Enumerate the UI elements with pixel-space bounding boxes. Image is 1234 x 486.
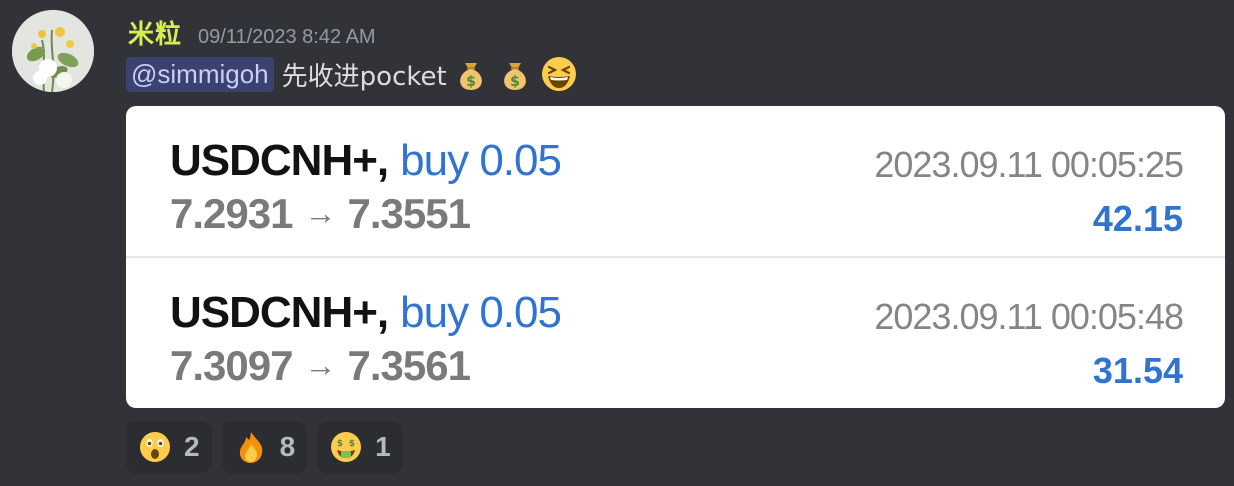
money-bag-icon: $ <box>451 54 491 94</box>
trade-row: USDCNH+, buy 0.05 7.3097 → 7.3561 2023.09.1… <box>126 258 1225 408</box>
trade-symbol-line: USDCNH+, buy 0.05 <box>170 136 562 186</box>
reaction-money-mouth[interactable]: $ $ 1 <box>317 421 403 473</box>
reaction-astonished[interactable]: 2 <box>126 421 212 473</box>
astonished-face-icon <box>140 432 170 462</box>
reaction-fire[interactable]: 8 <box>221 421 308 473</box>
message-timestamp: 09/11/2023 8:42 AM <box>198 26 376 48</box>
trade-symbol: USDCNH+, <box>170 288 389 337</box>
user-mention[interactable]: @simmigoh <box>126 56 274 92</box>
money-bag-icon: $ <box>495 54 535 94</box>
open-price: 7.2931 <box>170 190 293 237</box>
svg-text:$: $ <box>337 439 343 449</box>
trade-profit: 31.54 <box>1092 350 1183 391</box>
username[interactable]: 米粒 <box>128 14 182 51</box>
close-price: 7.3551 <box>347 190 470 237</box>
arrow-right-icon: → <box>304 195 336 231</box>
message-content: @simmigoh 先收进pocket $ $ <box>126 54 579 94</box>
trade-symbol-line: USDCNH+, buy 0.05 <box>170 288 562 338</box>
fire-icon <box>239 432 262 463</box>
money-mouth-face-icon: $ $ <box>331 432 362 462</box>
reaction-count: 1 <box>375 431 391 462</box>
avatar-flowers-icon <box>12 10 94 92</box>
reaction-count: 2 <box>184 431 200 462</box>
svg-text:$: $ <box>466 74 476 90</box>
trade-side: buy 0.05 <box>400 136 562 185</box>
trade-prices: 7.2931 → 7.3551 <box>170 190 471 238</box>
trade-symbol: USDCNH+, <box>170 136 389 185</box>
trade-profit: 42.15 <box>1092 198 1183 239</box>
trade-screenshot-card[interactable]: USDCNH+, buy 0.05 7.2931 → 7.3551 2023.09.1… <box>126 106 1225 408</box>
arrow-right-icon: → <box>304 347 336 383</box>
trade-time: 2023.09.11 00:05:25 <box>874 144 1184 185</box>
message-text: 先收进pocket <box>281 61 447 92</box>
message-header: 米粒 09/11/2023 8:42 AM <box>128 14 376 50</box>
close-price: 7.3561 <box>347 342 470 389</box>
reaction-count: 8 <box>279 431 296 462</box>
trade-row: USDCNH+, buy 0.05 7.2931 → 7.3551 2023.09.1… <box>126 106 1225 256</box>
grinning-squinting-face-icon <box>539 54 579 94</box>
svg-text:$: $ <box>349 439 355 449</box>
trade-prices: 7.3097 → 7.3561 <box>170 342 471 390</box>
avatar[interactable] <box>12 10 94 92</box>
trade-side: buy 0.05 <box>400 288 562 337</box>
reactions-bar: 2 8 $ $ 1 <box>126 421 413 473</box>
trade-time: 2023.09.11 00:05:48 <box>874 296 1184 337</box>
svg-text:$: $ <box>510 74 520 90</box>
open-price: 7.3097 <box>170 342 293 389</box>
